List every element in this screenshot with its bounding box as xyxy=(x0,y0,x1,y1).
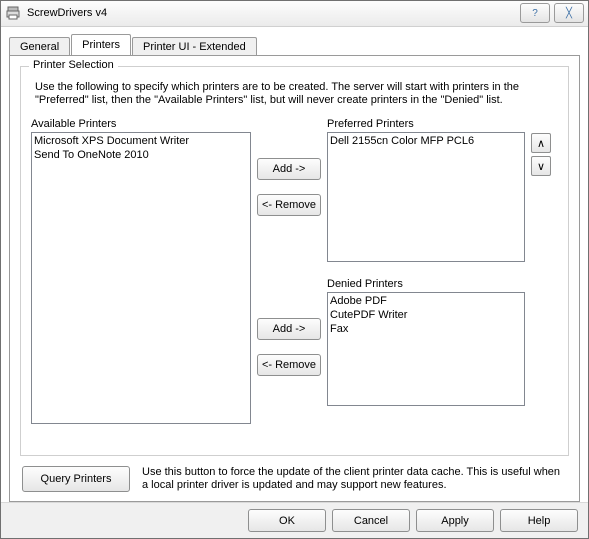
instructions-text: Use the following to specify which print… xyxy=(35,81,554,109)
right-column: Preferred Printers Dell 2155cn Color MFP… xyxy=(327,118,525,424)
preferred-label: Preferred Printers xyxy=(327,118,525,130)
apply-button[interactable]: Apply xyxy=(416,509,494,532)
titlebar: ScrewDrivers v4 ? ╳ xyxy=(1,1,588,27)
tab-general[interactable]: General xyxy=(9,37,70,56)
add-denied-button[interactable]: Add -> xyxy=(257,318,321,340)
add-preferred-button[interactable]: Add -> xyxy=(257,158,321,180)
list-item[interactable]: Adobe PDF xyxy=(330,294,522,308)
ok-button[interactable]: OK xyxy=(248,509,326,532)
group-legend: Printer Selection xyxy=(29,59,118,71)
move-up-button[interactable]: ∧ xyxy=(531,133,551,153)
preferred-printers-list[interactable]: Dell 2155cn Color MFP PCL6 xyxy=(327,132,525,262)
reorder-buttons-column: ∧ ∨ xyxy=(531,118,555,424)
cancel-button[interactable]: Cancel xyxy=(332,509,410,532)
client-area: General Printers Printer UI - Extended P… xyxy=(1,27,588,503)
tab-page-printers: Printer Selection Use the following to s… xyxy=(9,55,580,503)
move-down-button[interactable]: ∨ xyxy=(531,156,551,176)
list-item[interactable]: Microsoft XPS Document Writer xyxy=(34,134,248,148)
query-printers-button[interactable]: Query Printers xyxy=(22,466,130,492)
dialog-button-bar: OK Cancel Apply Help xyxy=(1,502,588,538)
remove-denied-button[interactable]: <- Remove xyxy=(257,354,321,376)
app-icon xyxy=(5,5,21,21)
titlebar-help-button[interactable]: ? xyxy=(520,3,550,23)
list-item[interactable]: Fax xyxy=(330,322,522,336)
list-item[interactable]: Send To OneNote 2010 xyxy=(34,148,248,162)
available-printers-list[interactable]: Microsoft XPS Document Writer Send To On… xyxy=(31,132,251,424)
middle-buttons-column: Add -> <- Remove Add -> <- Remove xyxy=(257,118,321,424)
tab-printers[interactable]: Printers xyxy=(71,34,131,55)
group-printer-selection: Printer Selection Use the following to s… xyxy=(20,66,569,456)
tab-strip: General Printers Printer UI - Extended xyxy=(9,33,580,55)
list-item[interactable]: CutePDF Writer xyxy=(330,308,522,322)
query-row: Query Printers Use this button to force … xyxy=(22,466,567,494)
window-title: ScrewDrivers v4 xyxy=(27,7,516,19)
app-window: ScrewDrivers v4 ? ╳ General Printers Pri… xyxy=(0,0,589,539)
query-description: Use this button to force the update of t… xyxy=(142,466,567,494)
help-button[interactable]: Help xyxy=(500,509,578,532)
remove-preferred-button[interactable]: <- Remove xyxy=(257,194,321,216)
columns: Available Printers Microsoft XPS Documen… xyxy=(31,118,558,424)
available-column: Available Printers Microsoft XPS Documen… xyxy=(31,118,251,424)
available-label: Available Printers xyxy=(31,118,251,130)
denied-label: Denied Printers xyxy=(327,278,525,290)
tab-printer-ui-extended[interactable]: Printer UI - Extended xyxy=(132,37,257,56)
titlebar-close-button[interactable]: ╳ xyxy=(554,3,584,23)
denied-printers-list[interactable]: Adobe PDF CutePDF Writer Fax xyxy=(327,292,525,406)
list-item[interactable]: Dell 2155cn Color MFP PCL6 xyxy=(330,134,522,148)
